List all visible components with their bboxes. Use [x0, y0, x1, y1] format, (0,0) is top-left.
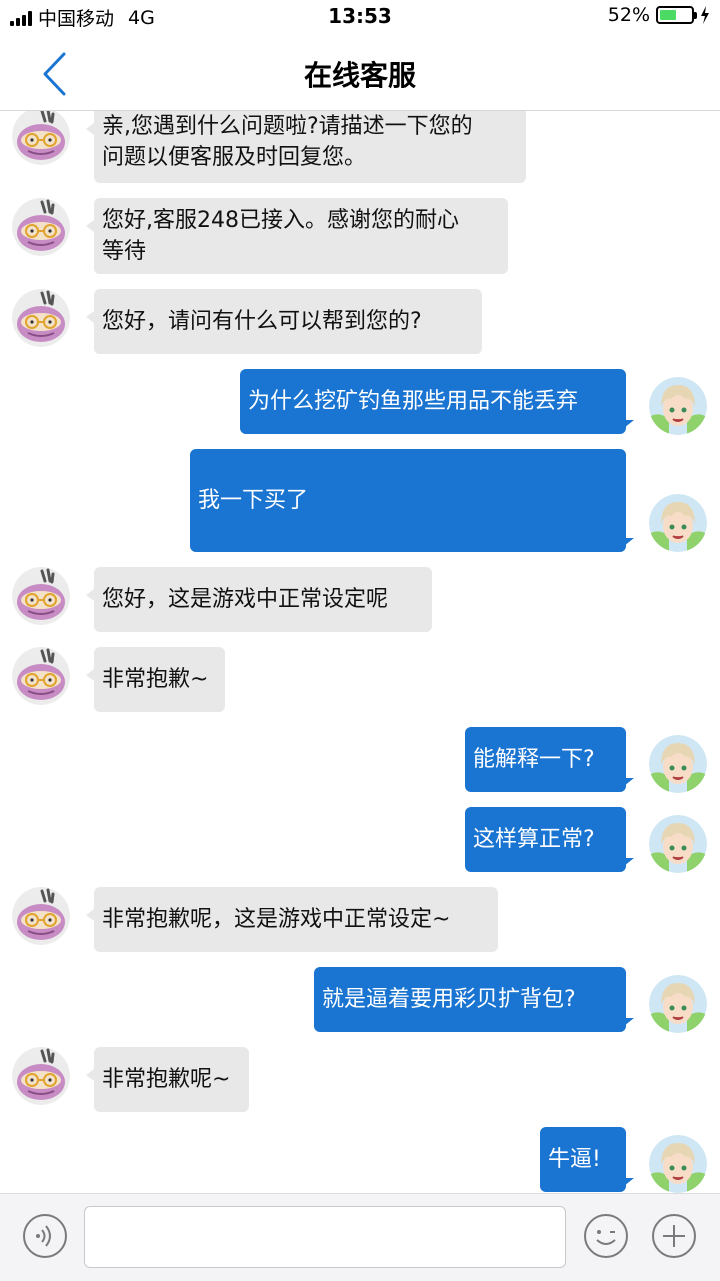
nav-bar: 在线客服: [0, 36, 720, 111]
user-avatar[interactable]: [649, 377, 707, 435]
battery-status: 52%: [608, 4, 710, 26]
agent-avatar[interactable]: [12, 887, 70, 945]
agent-message-bubble[interactable]: 亲,您遇到什么问题啦?请描述一下您的 问题以便客服及时回复您。: [86, 111, 526, 183]
message-text: 问题以便客服及时回复您。: [102, 145, 367, 170]
message-text: 为什么挖矿钓鱼那些用品不能丢弃: [248, 389, 579, 414]
page-title: 在线客服: [303, 59, 416, 92]
message-text: 非常抱歉~: [102, 667, 209, 692]
agent-message-bubble[interactable]: 非常抱歉呢~: [86, 1047, 249, 1112]
message-text: 您好,客服248已接入。感谢您的耐心: [102, 208, 459, 233]
agent-avatar[interactable]: [12, 567, 70, 625]
agent-avatar[interactable]: [12, 289, 70, 347]
user-message-bubble[interactable]: 牛逼!: [540, 1127, 634, 1192]
user-avatar[interactable]: [649, 815, 707, 873]
user-message-bubble[interactable]: 能解释一下?: [465, 727, 634, 792]
agent-avatar[interactable]: [12, 111, 70, 165]
user-avatar[interactable]: [649, 494, 707, 552]
input-bar: [0, 1193, 720, 1281]
agent-message-bubble[interactable]: 非常抱歉呢，这是游戏中正常设定~: [86, 887, 498, 952]
message-text: 等待: [102, 239, 147, 264]
message-text: 非常抱歉呢~: [102, 1067, 231, 1092]
charging-icon: [701, 6, 709, 24]
agent-avatar[interactable]: [12, 647, 70, 705]
message-text: 我一下买了: [198, 488, 309, 513]
chat-message-list[interactable]: 亲,您遇到什么问题啦?请描述一下您的 问题以便客服及时回复您。 您好,客服248已…: [0, 111, 720, 1193]
emoji-icon: [584, 1214, 628, 1258]
message-text: 就是逼着要用彩贝扩背包?: [322, 987, 576, 1012]
agent-message-bubble[interactable]: 您好，这是游戏中正常设定呢: [86, 567, 432, 632]
battery-percent: 52%: [607, 4, 650, 26]
message-text: 您好，请问有什么可以帮到您的?: [102, 309, 422, 334]
user-avatar[interactable]: [649, 735, 707, 793]
agent-message-bubble[interactable]: 非常抱歉~: [86, 647, 225, 712]
user-message-bubble[interactable]: 我一下买了: [190, 449, 634, 552]
user-avatar[interactable]: [649, 1135, 707, 1193]
agent-message-bubble[interactable]: 您好，请问有什么可以帮到您的?: [86, 289, 482, 354]
user-avatar[interactable]: [649, 975, 707, 1033]
plus-icon: [652, 1214, 696, 1258]
voice-button[interactable]: [22, 1213, 68, 1259]
status-bar: 中国移动 4G 13:53 52%: [0, 0, 720, 36]
message-text: 这样算正常?: [473, 827, 595, 852]
voice-icon: [23, 1214, 67, 1258]
user-message-bubble[interactable]: 为什么挖矿钓鱼那些用品不能丢弃: [240, 369, 634, 434]
user-message-bubble[interactable]: 这样算正常?: [465, 807, 634, 872]
agent-avatar[interactable]: [12, 1047, 70, 1105]
agent-message-bubble[interactable]: 您好,客服248已接入。感谢您的耐心 等待: [86, 198, 508, 274]
more-button[interactable]: [651, 1213, 697, 1259]
emoji-button[interactable]: [583, 1213, 629, 1259]
message-text: 非常抱歉呢，这是游戏中正常设定~: [102, 907, 451, 932]
message-text: 能解释一下?: [473, 747, 595, 772]
battery-icon: [656, 6, 697, 24]
agent-avatar[interactable]: [12, 198, 70, 256]
user-message-bubble[interactable]: 就是逼着要用彩贝扩背包?: [314, 967, 634, 1032]
message-text: 亲,您遇到什么问题啦?请描述一下您的: [102, 114, 473, 139]
message-text: 您好，这是游戏中正常设定呢: [102, 587, 389, 612]
message-text: 牛逼!: [548, 1147, 601, 1172]
message-input[interactable]: [84, 1206, 566, 1268]
